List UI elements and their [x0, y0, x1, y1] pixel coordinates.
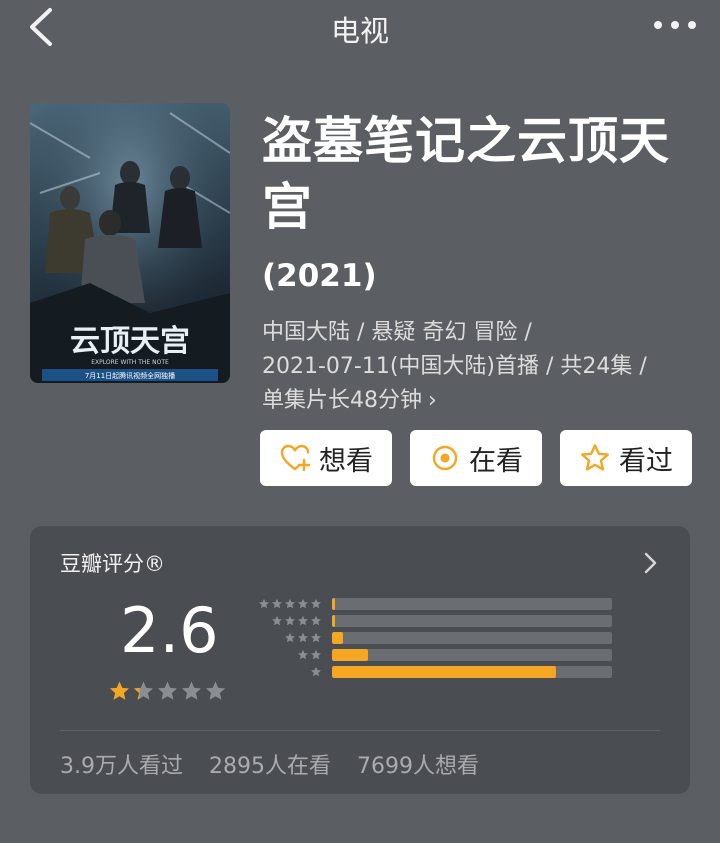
want-to-watch-button[interactable]: 想看	[260, 430, 392, 486]
movie-title: 盗墓笔记之云顶天宫	[262, 112, 670, 236]
distribution-row	[250, 630, 614, 647]
star-icon	[298, 632, 308, 643]
star-icon	[311, 615, 321, 626]
distribution-stars	[271, 615, 322, 627]
distribution-bar	[332, 615, 612, 627]
action-buttons: 想看 在看 看过	[260, 430, 692, 486]
poster-title-art: 云顶天宫	[70, 324, 190, 359]
distribution-bar-fill	[332, 649, 369, 661]
poster-air-text: 7月11日起腾讯视频全网独播	[85, 371, 175, 380]
distribution-bar	[332, 632, 612, 644]
star-outline-icon	[581, 444, 609, 471]
watching-label: 在看	[469, 445, 523, 477]
distribution-stars	[297, 649, 322, 661]
star-icon	[311, 666, 321, 677]
distribution-stars	[310, 666, 322, 678]
distribution-bar	[332, 649, 612, 661]
distribution-bar-fill	[332, 632, 344, 644]
distribution-row	[250, 664, 614, 681]
want-label: 想看	[319, 445, 373, 477]
distribution-stars	[284, 632, 322, 644]
watched-label: 看过	[619, 445, 673, 477]
rating-stars	[108, 680, 227, 703]
want-count: 7699人想看	[357, 754, 479, 779]
target-circle-icon	[432, 445, 458, 471]
star-icon	[311, 649, 321, 660]
star-icon	[205, 681, 226, 700]
rating-label: 豆瓣评分®	[60, 552, 165, 576]
heart-plus-icon	[280, 444, 311, 472]
poster-image[interactable]: 云顶天宫 EXPLORE WITH THE NOTE 7月11日起腾讯视频全网独…	[30, 103, 230, 383]
distribution-bar-fill	[332, 598, 335, 610]
chevron-right-icon: ›	[428, 388, 437, 413]
meta-line: 2021-07-11(中国大陆)首播 / 共24集 /	[262, 354, 647, 379]
watching-button[interactable]: 在看	[410, 430, 542, 486]
page-title: 电视	[330, 14, 389, 48]
watched-count: 3.9万人看过	[60, 754, 183, 779]
star-icon	[285, 615, 295, 626]
star-icon	[272, 598, 282, 609]
divider	[60, 730, 660, 731]
rating-score: 2.6	[120, 594, 219, 667]
star-icon	[259, 598, 269, 609]
movie-meta[interactable]: 中国大陆 / 悬疑 奇幻 冒险 / 2021-07-11(中国大陆)首播 / 共…	[262, 316, 702, 418]
meta-line: 中国大陆 / 悬疑 奇幻 冒险 /	[262, 320, 532, 345]
poster-artwork: 云顶天宫 EXPLORE WITH THE NOTE 7月11日起腾讯视频全网独…	[30, 103, 230, 383]
star-icon	[133, 681, 154, 700]
star-icon	[157, 681, 178, 700]
distribution-bar	[332, 666, 612, 678]
distribution-row	[250, 647, 614, 664]
distribution-bar	[332, 598, 612, 610]
poster-subtitle: EXPLORE WITH THE NOTE	[91, 359, 169, 366]
star-icon	[298, 649, 308, 660]
rating-stats: 3.9万人看过 2895人在看 7699人想看	[60, 748, 479, 780]
star-icon	[311, 598, 321, 609]
star-icon	[311, 632, 321, 643]
star-icon	[298, 615, 308, 626]
meta-line: 单集片长48分钟	[262, 388, 422, 413]
star-icon	[298, 598, 308, 609]
star-icon	[109, 681, 130, 700]
more-dots-icon	[654, 21, 662, 29]
distribution-row	[250, 613, 614, 630]
star-icon	[181, 681, 202, 700]
distribution-bar-fill	[332, 615, 335, 627]
distribution-row	[250, 596, 614, 613]
watching-count: 2895人在看	[209, 754, 331, 779]
distribution-stars	[258, 598, 322, 610]
watched-button[interactable]: 看过	[560, 430, 692, 486]
star-icon	[285, 598, 295, 609]
distribution-bar-fill	[332, 666, 556, 678]
more-button[interactable]	[650, 10, 700, 40]
rating-distribution	[250, 596, 614, 681]
star-icon	[272, 615, 282, 626]
movie-year: (2021)	[262, 258, 377, 294]
nav-bar: 电视	[0, 0, 720, 54]
star-icon	[285, 632, 295, 643]
rating-card[interactable]: 豆瓣评分® 2.6 3.9万人看过 2895人在看 7699人想看	[30, 526, 690, 794]
chevron-right-icon[interactable]	[640, 548, 660, 578]
